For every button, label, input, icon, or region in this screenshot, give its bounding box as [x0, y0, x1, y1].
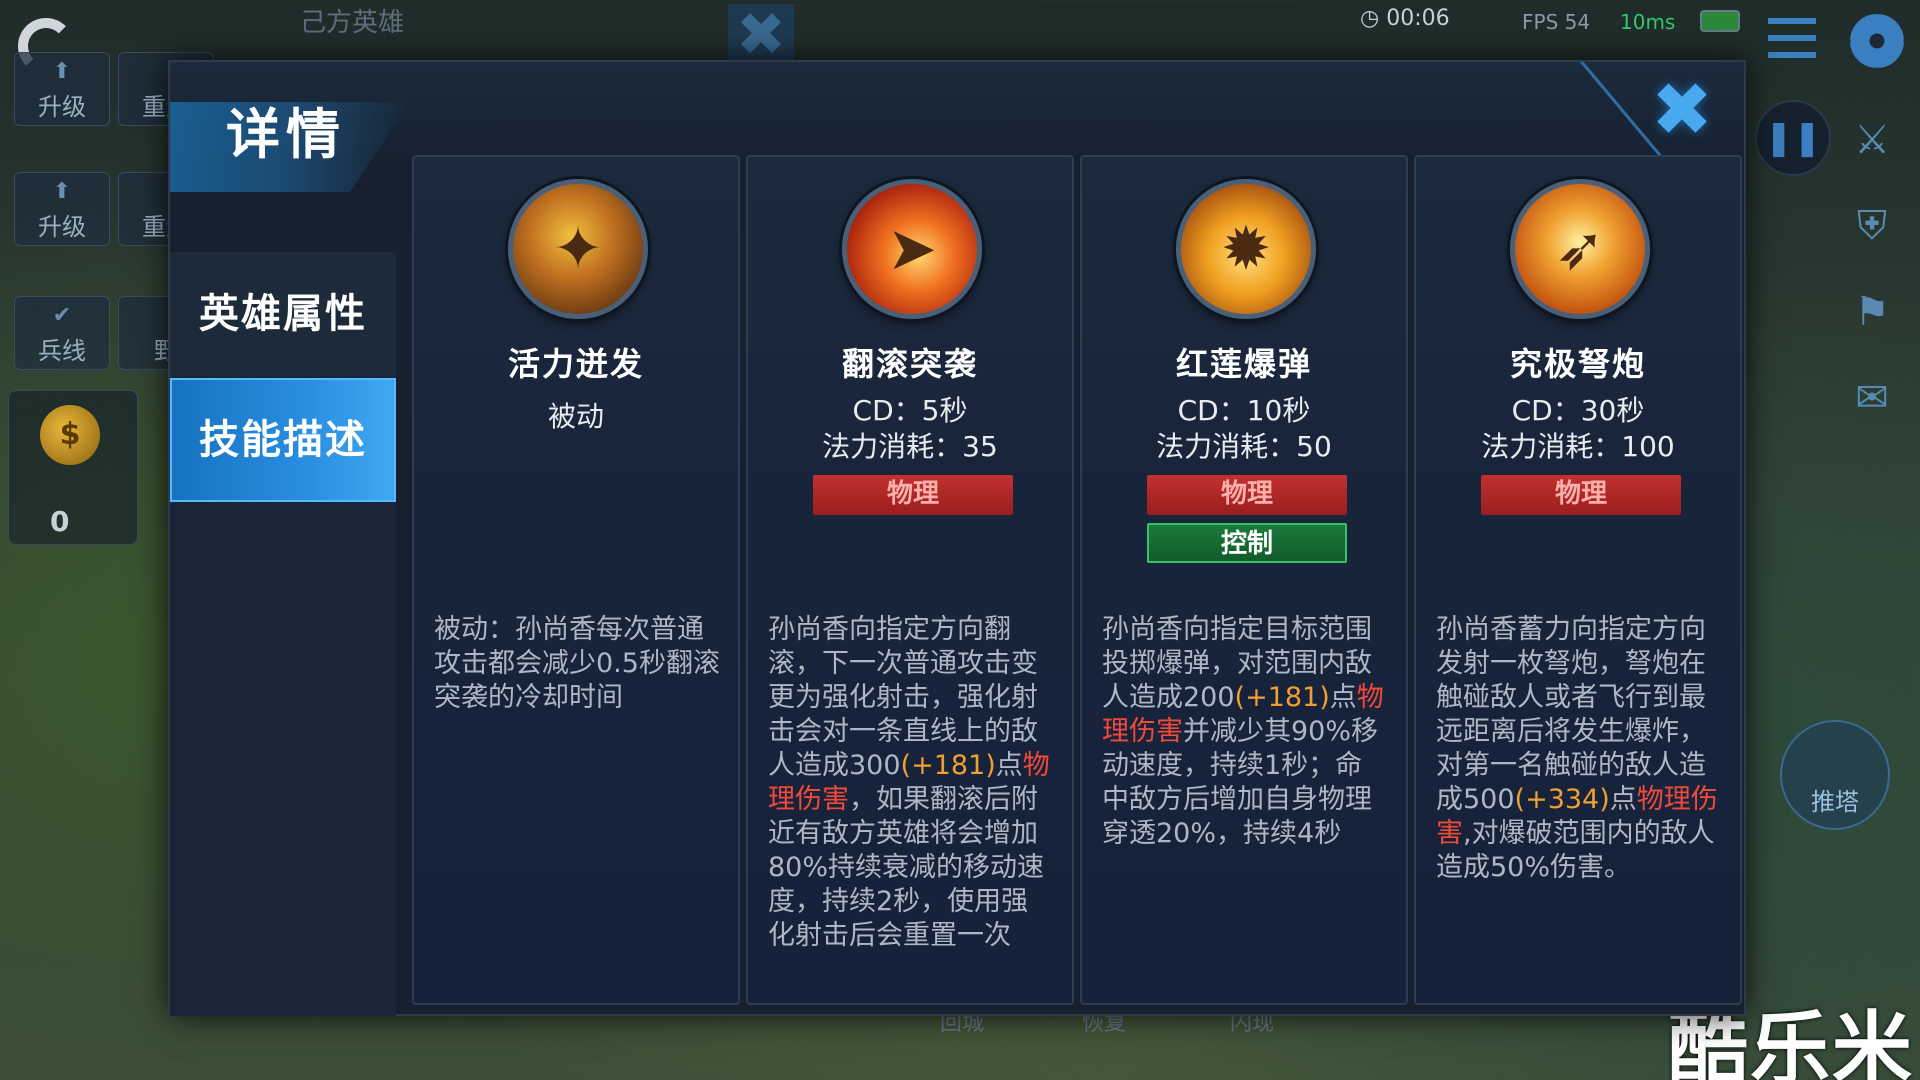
details-modal: 详情 ✖ 英雄属性 技能描述 ✦ 活力迸发 被动 被动：孙尚香每次普通攻击都会减… [168, 60, 1746, 1016]
fps-readout: FPS 54 [1522, 10, 1591, 34]
skill-name: 究极弩炮 [1509, 345, 1646, 383]
skill-mana-cost: 法力消耗：50 [1156, 430, 1332, 463]
modal-title: 详情 [226, 103, 346, 166]
modal-sidebar: 英雄属性 技能描述 [170, 252, 396, 1016]
pause-button[interactable]: ❚❚ [1755, 100, 1831, 176]
tab-hero-attributes[interactable]: 英雄属性 [170, 252, 396, 376]
upgrade-button[interactable]: ⬆ 升级 [14, 172, 110, 246]
gear-icon[interactable] [1850, 14, 1904, 68]
skill-description: 孙尚香向指定方向翻滚，下一次普通攻击变更为强化射击，强化射击会对一条直线上的敌人… [768, 613, 1054, 969]
skill-name: 翻滚突袭 [841, 345, 978, 383]
push-tower-label: 推塔 [1811, 788, 1859, 816]
desc-text: 点 [1329, 682, 1357, 713]
modal-header: 详情 ✖ [170, 62, 1744, 192]
skill-card-passive: ✦ 活力迸发 被动 被动：孙尚香每次普通攻击都会减少0.5秒翻滚突袭的冷却时间 [412, 155, 740, 1005]
chat-icon[interactable]: ✉ [1842, 368, 1902, 428]
desc-bonus: (+181) [900, 750, 996, 781]
desc-bonus: (+181) [1234, 682, 1330, 713]
spiked-bomb-icon: ✹ [1176, 179, 1316, 319]
skill-cooldown: CD：5秒 [852, 394, 968, 427]
skill-name: 红莲爆弹 [1175, 345, 1312, 383]
minion-wave-button[interactable]: ✔ 兵线 [14, 296, 110, 370]
bullet-glyph: ➤ [886, 214, 938, 284]
skill-mana-cost: 法力消耗：35 [822, 430, 998, 463]
desc-text: 点 [1609, 784, 1637, 815]
battery-icon [1700, 10, 1740, 32]
desc-bonus: (+334) [1514, 784, 1610, 815]
tag-physical: 物理 [1147, 475, 1347, 515]
ping-readout: 10ms [1620, 10, 1676, 34]
minion-wave-label: 兵线 [38, 337, 86, 365]
tag-control: 控制 [1147, 523, 1347, 563]
skill-card-roll: ➤ 翻滚突袭 CD：5秒 法力消耗：35 物理 孙尚香向指定方向翻滚，下一次普通… [746, 155, 1074, 1005]
push-tower-button[interactable]: 推塔 [1780, 720, 1890, 830]
skill-description: 孙尚香向指定目标范围投掷爆弹，对范围内敌人造成200(+181)点物理伤害并减少… [1102, 613, 1388, 969]
check-icon: ✔ [52, 303, 72, 328]
bomb-glyph: ✹ [1220, 214, 1272, 284]
shield-icon[interactable]: ⛨ [1842, 196, 1902, 256]
tag-physical: 物理 [813, 475, 1013, 515]
skill-name: 活力迸发 [507, 345, 644, 383]
desc-text: 点 [995, 750, 1023, 781]
upgrade-label: 升级 [38, 93, 86, 121]
desc-text: ,对爆破范围内的敌人造成50%伤害。 [1436, 818, 1715, 883]
hero-glyph: ✦ [552, 214, 604, 284]
tag-physical: 物理 [1481, 475, 1681, 515]
upgrade-button[interactable]: ⬆ 升级 [14, 52, 110, 126]
match-time: 00:06 [1386, 6, 1450, 31]
gold-bag-icon: $ [40, 405, 100, 465]
roll-bullet-icon: ➤ [842, 179, 982, 319]
skill-card-ultimate: ➶ 究极弩炮 CD：30秒 法力消耗：100 物理 孙尚香蓄力向指定方向发射一枚… [1414, 155, 1742, 1005]
skill-description: 孙尚香蓄力向指定方向发射一枚弩炮，弩炮在触碰敌人或者飞行到最远距离后将发生爆炸，… [1436, 613, 1722, 969]
skill-cooldown: CD：30秒 [1511, 394, 1645, 427]
skill-type: 被动 [547, 400, 604, 433]
tab-skill-description[interactable]: 技能描述 [170, 378, 396, 502]
close-icon: ✖ [1650, 67, 1713, 153]
clock-icon: ◷ [1360, 6, 1387, 31]
match-timer: ◷ 00:06 [1360, 6, 1450, 31]
skill-stats: CD：10秒 法力消耗：50 [1082, 393, 1406, 465]
cannon-shell-icon: ➶ [1510, 179, 1650, 319]
up-arrow-icon: ⬆ [52, 59, 72, 84]
skill-cooldown: CD：10秒 [1177, 394, 1311, 427]
skill-description: 被动：孙尚香每次普通攻击都会减少0.5秒翻滚突袭的冷却时间 [434, 614, 720, 713]
sword-icon[interactable]: ⚔ [1842, 110, 1902, 170]
flag-icon[interactable]: ⚑ [1842, 282, 1902, 342]
skill-mana-cost: 法力消耗：100 [1481, 430, 1675, 463]
own-heroes-label: 己方英雄 [300, 8, 405, 38]
upgrade-label: 升级 [38, 213, 86, 241]
menu-icon[interactable] [1768, 18, 1816, 58]
gold-count: 0 [50, 505, 70, 538]
close-button[interactable]: ✖ [1634, 70, 1730, 158]
skill-card-bomb: ✹ 红莲爆弹 CD：10秒 法力消耗：50 物理 控制 孙尚香向指定目标范围投掷… [1080, 155, 1408, 1005]
shell-glyph: ➶ [1554, 214, 1606, 284]
skill-stats: CD：5秒 法力消耗：35 [748, 393, 1072, 465]
skill-stats: CD：30秒 法力消耗：100 [1416, 393, 1740, 465]
passive-hero-icon: ✦ [508, 179, 648, 319]
up-arrow-icon: ⬆ [52, 179, 72, 204]
